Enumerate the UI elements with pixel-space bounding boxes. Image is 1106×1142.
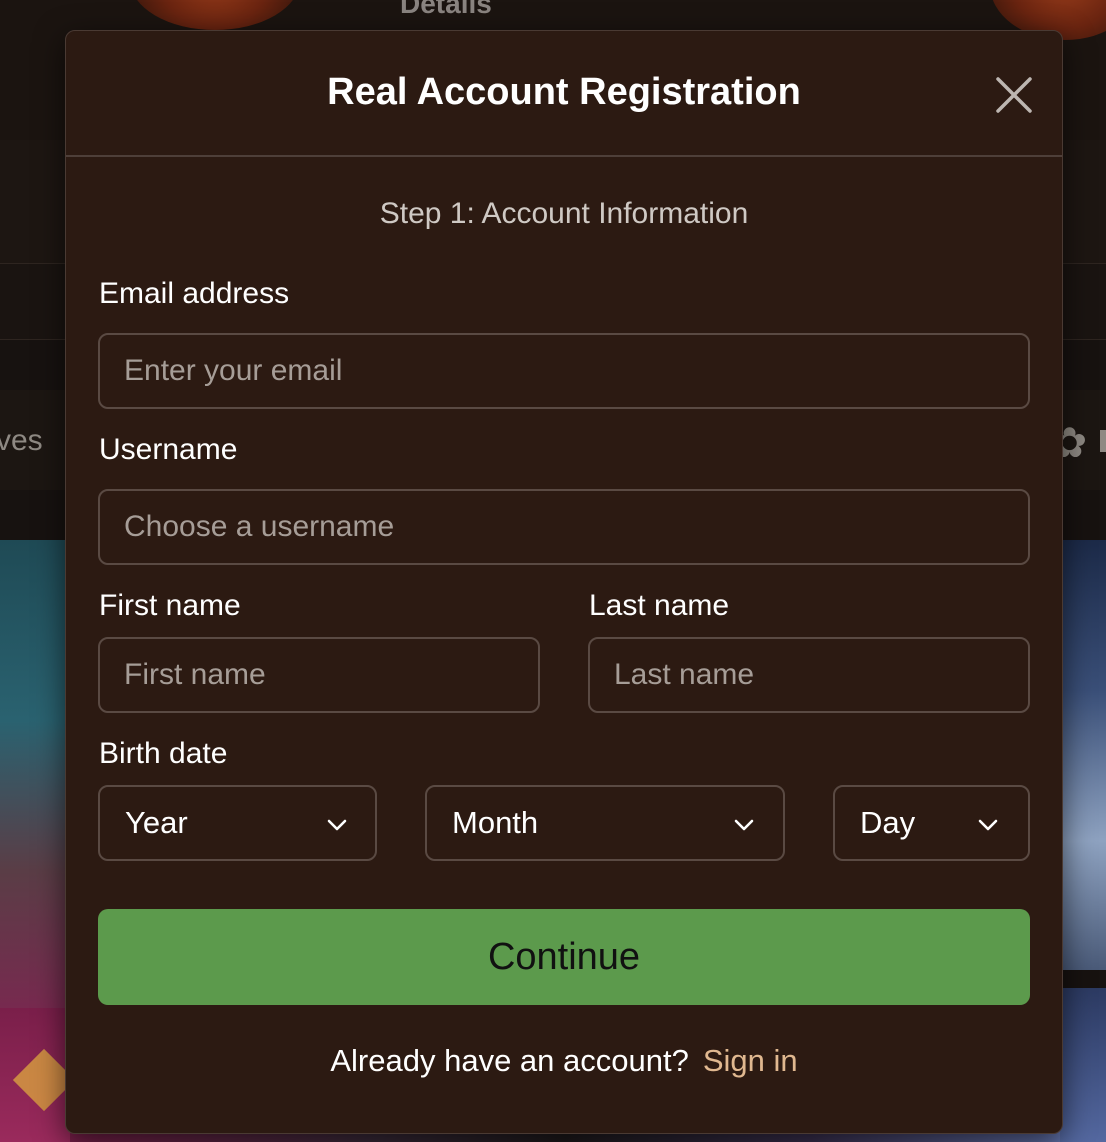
background-game-art (1060, 540, 1106, 970)
birth-year-select[interactable]: Year (98, 785, 377, 861)
background-details-heading: Details (400, 0, 492, 19)
background-nav-item (1100, 430, 1106, 452)
username-input[interactable] (98, 489, 1030, 565)
background-nav-item: ves (0, 424, 43, 457)
birth-day-value: Day (860, 805, 916, 840)
registration-modal: Real Account Registration Step 1: Accoun… (65, 30, 1063, 1134)
birth-year-value: Year (125, 805, 188, 840)
birth-month-value: Month (452, 805, 539, 840)
username-label: Username (99, 433, 238, 466)
continue-button[interactable]: Continue (98, 909, 1030, 1005)
last-name-input[interactable] (588, 637, 1030, 713)
last-name-label: Last name (589, 589, 730, 622)
chevron-down-icon (976, 813, 1000, 837)
step-title: Step 1: Account Information (379, 197, 749, 230)
first-name-label: First name (99, 589, 241, 622)
signin-prompt: Already have an account? (330, 1043, 689, 1078)
close-button[interactable] (994, 75, 1034, 115)
signin-row: Already have an account? Sign in (66, 1043, 1062, 1079)
chevron-down-icon (732, 813, 756, 837)
chevron-down-icon (325, 813, 349, 837)
modal-title: Real Account Registration (327, 71, 801, 113)
close-icon (996, 77, 1032, 113)
birth-day-select[interactable]: Day (833, 785, 1030, 861)
signin-link[interactable]: Sign in (703, 1043, 798, 1078)
modal-header: Real Account Registration (66, 31, 1062, 157)
first-name-input[interactable] (98, 637, 540, 713)
birth-date-label: Birth date (99, 737, 228, 770)
email-label: Email address (99, 277, 290, 310)
email-input[interactable] (98, 333, 1030, 409)
birth-month-select[interactable]: Month (425, 785, 785, 861)
background-game-art (1060, 988, 1106, 1142)
